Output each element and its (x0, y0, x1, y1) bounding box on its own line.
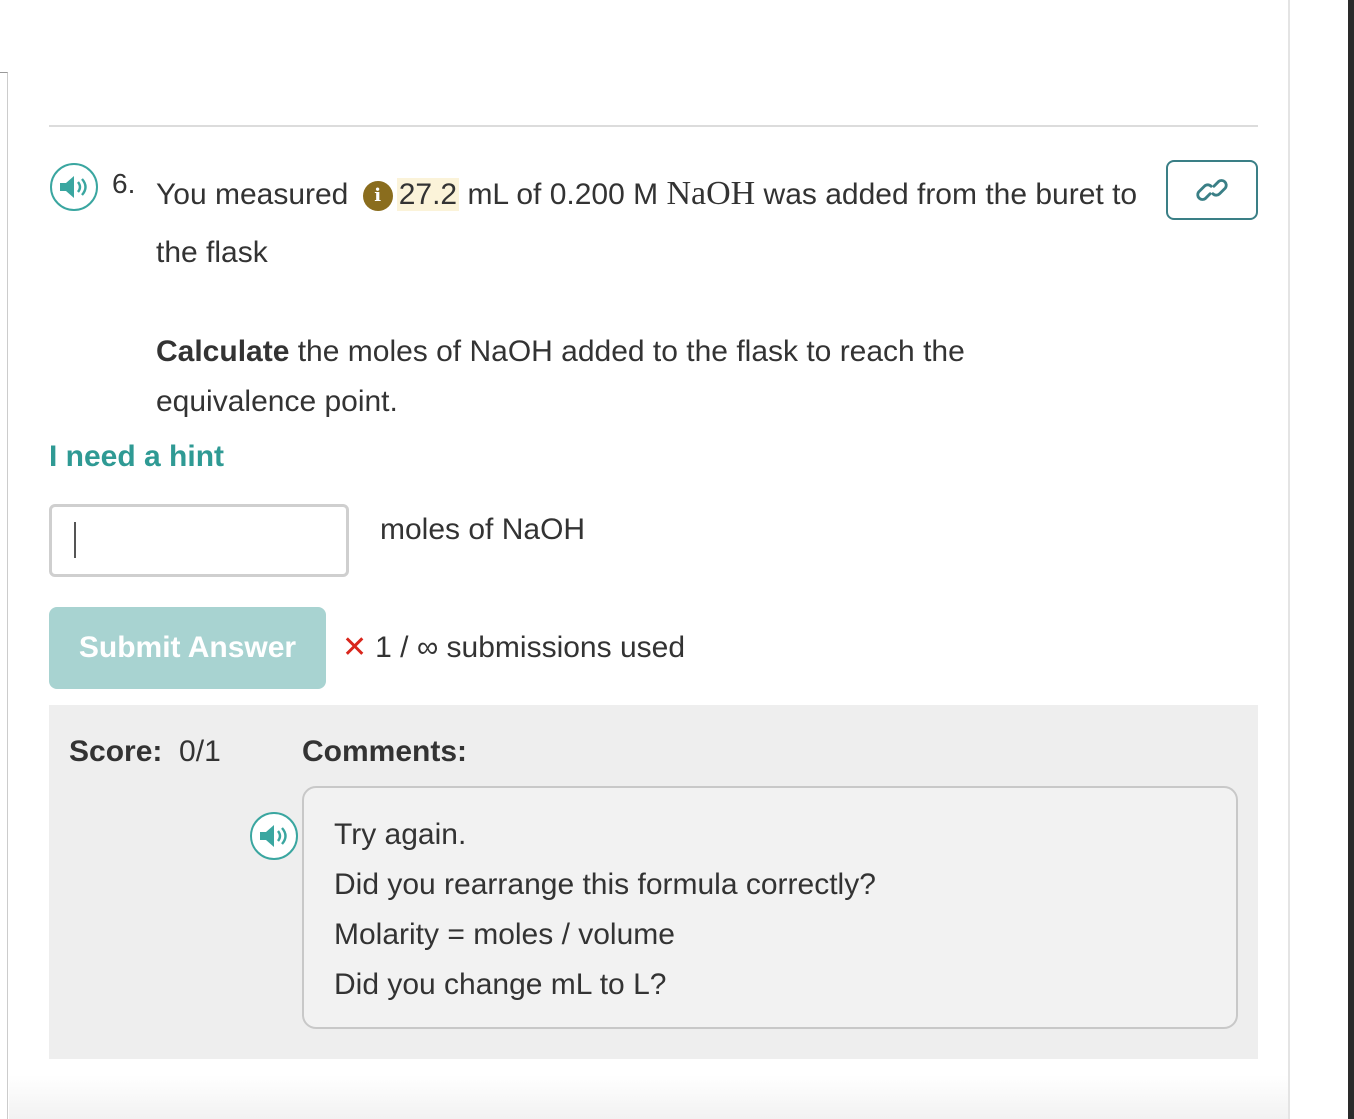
info-icon[interactable]: i (362, 181, 393, 211)
question-text-after: mL of 0.200 M (459, 178, 667, 211)
comment-line: Did you change mL to L? (334, 968, 667, 1001)
speaker-icon (260, 825, 287, 847)
submissions-text: 1 / ∞ submissions used (375, 631, 685, 664)
question-text: You measured i 27.2 mL of 0.200 M NaOH wa… (156, 165, 1146, 282)
comments-label: Comments: (302, 735, 468, 768)
prompt-bold: Calculate (156, 335, 290, 368)
speaker-icon[interactable] (50, 163, 98, 211)
comment-line: Try again. (334, 818, 467, 851)
comment-line: Did you rearrange this formula correctly… (334, 868, 876, 901)
submissions-status: ✕ 1 / ∞ submissions used (342, 630, 685, 665)
score-label: Score: (69, 735, 163, 768)
bottom-shade (9, 1075, 1288, 1119)
formula-naoh: NaOH (666, 175, 756, 212)
link-button[interactable] (1166, 160, 1258, 220)
answer-input[interactable] (49, 504, 349, 577)
feedback-panel: Score: 0/1 Comments: Try again. Did you … (49, 705, 1258, 1059)
submit-answer-button[interactable]: Submit Answer (49, 607, 326, 689)
right-border (1288, 0, 1290, 1119)
text-cursor (74, 522, 76, 558)
link-icon (1196, 179, 1228, 201)
incorrect-icon: ✕ (342, 631, 368, 664)
comments-box: Try again. Did you rearrange this formul… (302, 786, 1238, 1029)
score-value: 0/1 (179, 735, 221, 768)
window-edge (1348, 0, 1354, 1119)
score: Score: 0/1 (69, 735, 221, 769)
question-number: 6. (112, 168, 136, 199)
comments-speaker-icon[interactable] (250, 812, 298, 860)
measured-value: 27.2 (396, 178, 460, 211)
speaker-icon-glyph (60, 176, 87, 198)
question-divider (49, 125, 1258, 127)
left-border (0, 72, 8, 1119)
question-prompt: Calculate the moles of NaOH added to the… (156, 327, 1056, 427)
question-text-before: You measured (156, 178, 349, 211)
hint-link[interactable]: I need a hint (49, 440, 224, 474)
answer-unit: moles of NaOH (380, 513, 586, 546)
comment-line: Molarity = moles / volume (334, 918, 675, 951)
